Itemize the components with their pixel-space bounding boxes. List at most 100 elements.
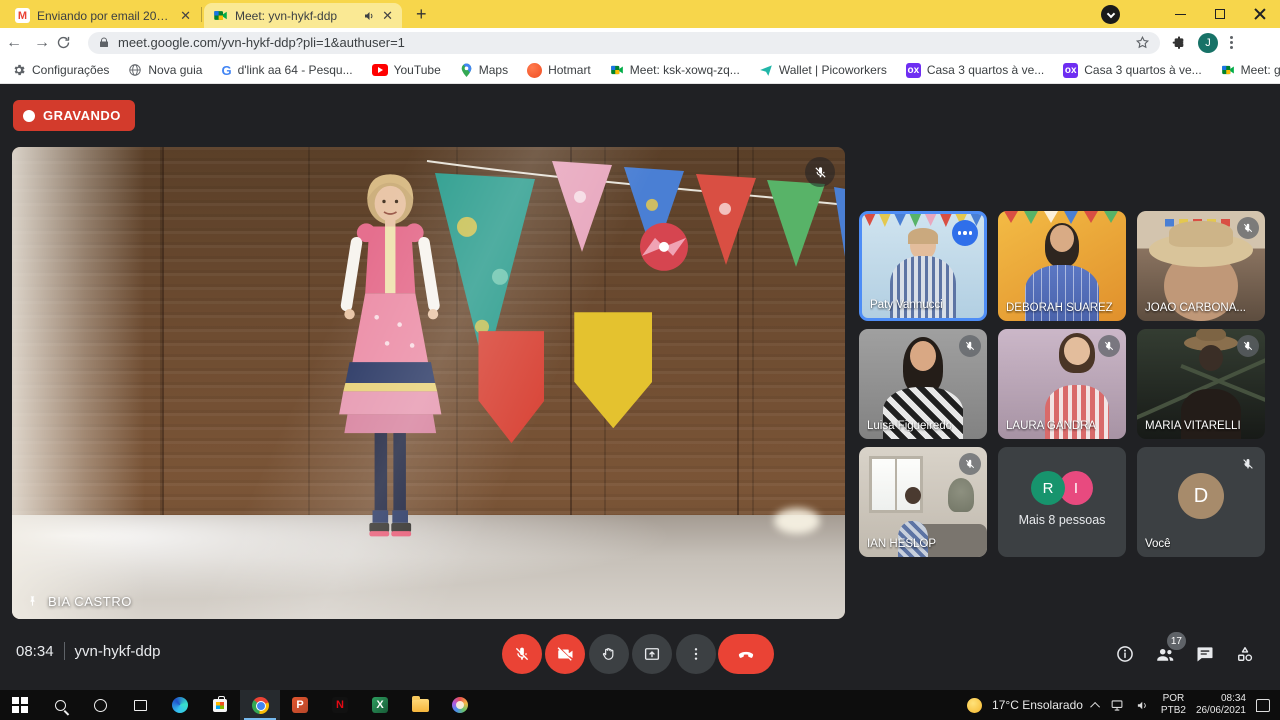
lock-icon: [98, 36, 110, 49]
extensions-icon[interactable]: [1170, 35, 1186, 51]
toolbar-right: J: [1170, 33, 1233, 53]
weather-widget[interactable]: 17°C Ensolarado: [992, 698, 1083, 712]
tab-close-icon[interactable]: ✕: [180, 9, 191, 22]
bookmark-star-icon[interactable]: [1135, 35, 1150, 50]
bookmark-dlink[interactable]: G d'link aa 64 - Pesqu...: [221, 63, 352, 78]
back-button[interactable]: ←: [0, 34, 28, 52]
reload-button[interactable]: [56, 35, 84, 50]
taskbar-paint3d[interactable]: [440, 690, 480, 720]
main-video-bia-castro[interactable]: BIA CASTRO: [12, 147, 845, 619]
profile-avatar[interactable]: J: [1198, 33, 1218, 53]
mic-toggle-button[interactable]: [502, 634, 542, 674]
more-participants-label: Mais 8 pessoas: [998, 513, 1126, 527]
close-button[interactable]: [1240, 0, 1280, 28]
task-view-button[interactable]: [120, 690, 160, 720]
clock[interactable]: 08:3426/06/2021: [1196, 693, 1246, 717]
meeting-details-button[interactable]: [1113, 642, 1137, 666]
meet-icon: [610, 63, 624, 77]
activities-button[interactable]: [1233, 642, 1257, 666]
raise-hand-button[interactable]: [589, 634, 629, 674]
mic-muted-indicator: [959, 453, 981, 475]
leave-call-button[interactable]: [718, 634, 774, 674]
forward-button[interactable]: →: [28, 34, 56, 52]
tab-meet[interactable]: Meet: yvn-hykf-ddp ✕: [204, 3, 402, 28]
more-options-button[interactable]: [676, 634, 716, 674]
taskbar-excel[interactable]: X: [360, 690, 400, 720]
tile-options-button[interactable]: [952, 220, 978, 246]
start-button[interactable]: [0, 690, 40, 720]
tile-you[interactable]: D Você: [1137, 447, 1265, 557]
tab-audio-icon[interactable]: [363, 10, 375, 22]
cortana-button[interactable]: [80, 690, 120, 720]
tab-close-icon[interactable]: ✕: [382, 9, 393, 22]
new-tab-button[interactable]: +: [416, 4, 427, 25]
tab-strip: M Enviando por email 2021 - BH - C ✕ Mee…: [0, 0, 1280, 28]
meeting-code: yvn-hykf-ddp: [75, 643, 161, 660]
tile-paty-vannucci[interactable]: Paty Vannucci: [859, 211, 987, 321]
avatar: R: [1031, 471, 1065, 505]
bookmark-nova-guia[interactable]: Nova guia: [128, 63, 202, 77]
screen: M Enviando por email 2021 - BH - C ✕ Mee…: [0, 0, 1280, 720]
bookmark-configuracoes[interactable]: Configurações: [12, 63, 109, 77]
tile-maria-vitarelli[interactable]: MARIA VITARELLI: [1137, 329, 1265, 439]
url-text: meet.google.com/yvn-hykf-ddp?pli=1&authu…: [118, 35, 1127, 50]
volume-icon[interactable]: [1136, 699, 1151, 712]
bookmark-casa-1[interactable]: ox Casa 3 quartos à ve...: [906, 63, 1044, 78]
tile-luisa-figueiredo[interactable]: Luisa Figueiredo: [859, 329, 987, 439]
google-icon: G: [221, 63, 231, 78]
taskbar-netflix[interactable]: N: [320, 690, 360, 720]
bookmarks-bar: Configurações Nova guia G d'link aa 64 -…: [0, 57, 1280, 84]
bookmark-hotmart[interactable]: Hotmart: [527, 63, 591, 78]
tile-more-participants[interactable]: R I Mais 8 pessoas: [998, 447, 1126, 557]
excel-icon: X: [372, 697, 388, 713]
bookmark-maps[interactable]: Maps: [460, 63, 508, 78]
taskbar-chrome[interactable]: [240, 690, 280, 720]
hotmart-icon: [527, 63, 542, 78]
taskbar-search-button[interactable]: [40, 690, 80, 720]
main-video-name-label: BIA CASTRO: [26, 594, 132, 609]
maximize-button[interactable]: [1200, 0, 1240, 28]
network-icon[interactable]: [1110, 699, 1126, 712]
taskbar-file-explorer[interactable]: [400, 690, 440, 720]
folder-icon: [412, 699, 429, 712]
divider: [64, 642, 65, 660]
mic-muted-indicator: [1237, 217, 1259, 239]
tile-joao-carbona[interactable]: JOAO CARBONA...: [1137, 211, 1265, 321]
globe-icon: [128, 63, 142, 77]
chat-button[interactable]: [1193, 642, 1217, 666]
tab-title: Meet: yvn-hykf-ddp: [235, 9, 356, 23]
taskbar-store[interactable]: [200, 690, 240, 720]
taskbar-edge[interactable]: [160, 690, 200, 720]
camera-toggle-button[interactable]: [545, 634, 585, 674]
bookmark-casa-2[interactable]: ox Casa 3 quartos à ve...: [1063, 63, 1201, 78]
media-hub-button[interactable]: [1101, 5, 1120, 24]
tab-title: Enviando por email 2021 - BH - C: [37, 9, 173, 23]
bookmark-youtube[interactable]: YouTube: [372, 63, 441, 77]
mic-muted-indicator: [1098, 335, 1120, 357]
olx-icon: ox: [906, 63, 921, 78]
recording-badge: GRAVANDO: [13, 100, 135, 131]
participants-button[interactable]: 17: [1153, 642, 1177, 666]
microsoft-store-icon: [213, 699, 227, 712]
bookmark-meet-gau[interactable]: Meet: gau-snde-kqt: [1221, 63, 1280, 77]
cortana-icon: [94, 699, 107, 712]
language-indicator[interactable]: PORPTB2: [1161, 693, 1186, 717]
youtube-icon: [372, 64, 388, 76]
weather-sun-icon: [967, 698, 982, 713]
minimize-button[interactable]: [1160, 0, 1200, 28]
bookmark-wallet[interactable]: Wallet | Picoworkers: [759, 63, 887, 77]
address-bar[interactable]: meet.google.com/yvn-hykf-ddp?pli=1&authu…: [88, 32, 1160, 54]
browser-menu-button[interactable]: [1230, 36, 1233, 49]
present-screen-button[interactable]: [632, 634, 672, 674]
tile-laura-gandra[interactable]: LAURA GANDRA: [998, 329, 1126, 439]
tile-deborah-suarez[interactable]: DEBORAH SUAREZ: [998, 211, 1126, 321]
tile-ian-heslop[interactable]: IAN HESLOP: [859, 447, 987, 557]
meeting-info: 08:34 yvn-hykf-ddp: [16, 642, 160, 660]
action-center-icon[interactable]: [1256, 699, 1270, 712]
lens-flare: [12, 147, 845, 619]
taskbar-powerpoint[interactable]: P: [280, 690, 320, 720]
tab-gmail[interactable]: M Enviando por email 2021 - BH - C ✕: [6, 3, 200, 28]
minimize-icon: [1175, 14, 1186, 15]
bookmark-meet-ksk[interactable]: Meet: ksk-xowq-zq...: [610, 63, 740, 77]
tray-expand-icon[interactable]: [1090, 701, 1100, 711]
